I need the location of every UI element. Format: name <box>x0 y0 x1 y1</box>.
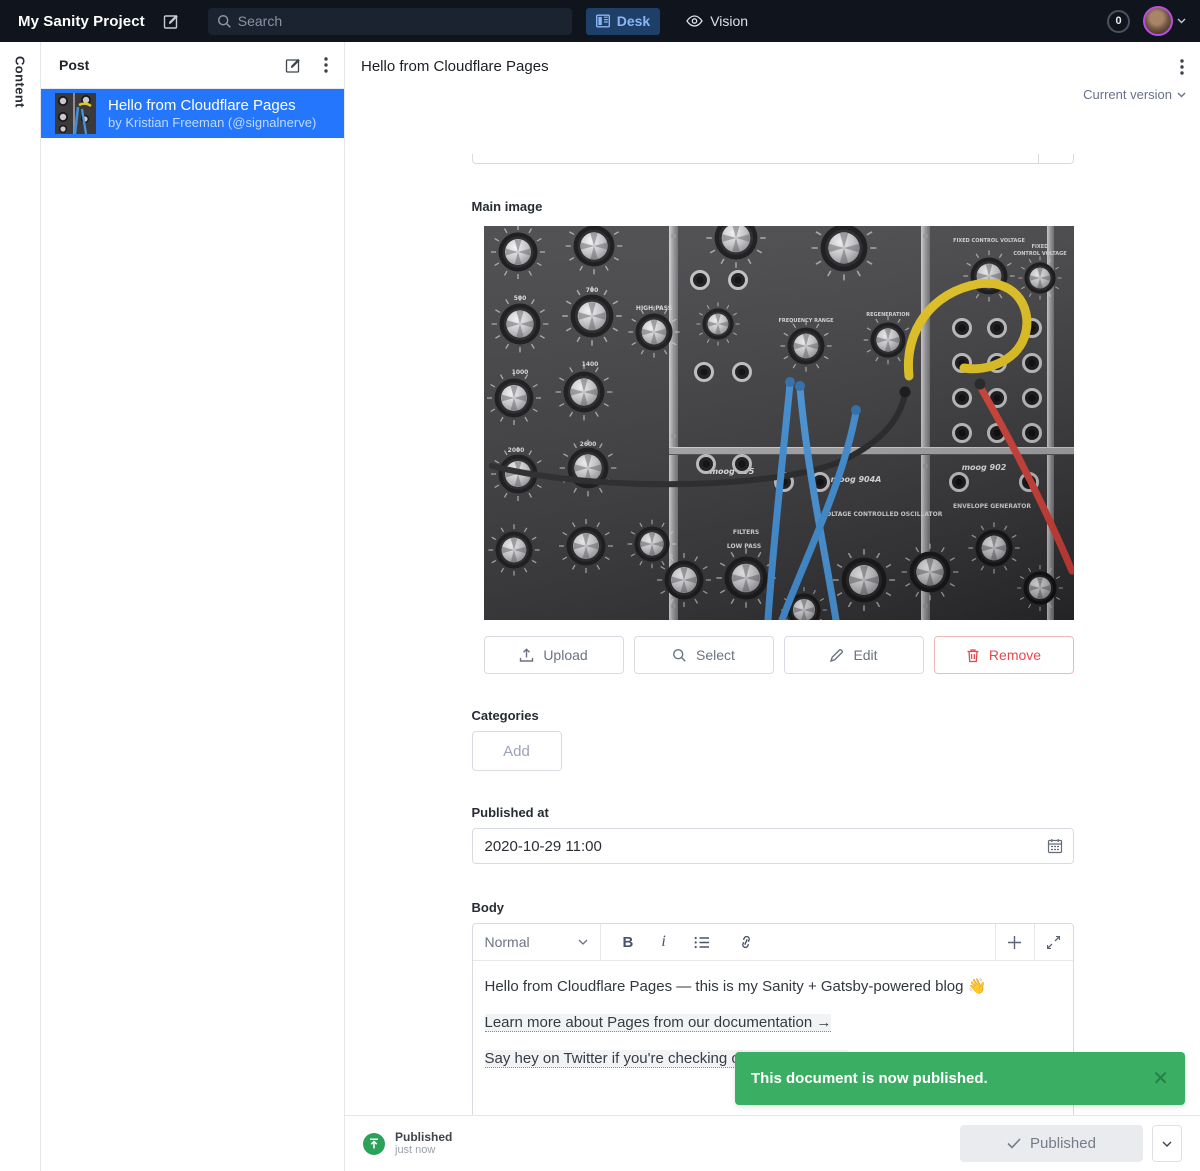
select-button[interactable]: Select <box>634 636 774 674</box>
slug-field-partial[interactable] <box>472 154 1074 164</box>
tab-desk[interactable]: Desk <box>586 8 660 35</box>
upload-icon <box>519 648 534 663</box>
post-panel-header: Post <box>41 42 344 89</box>
top-bar: My Sanity Project Desk Vision 0 <box>0 0 1200 42</box>
link-button[interactable] <box>738 935 754 949</box>
link-icon <box>738 935 754 949</box>
version-selector[interactable]: Current version <box>345 75 1200 102</box>
remove-button[interactable]: Remove <box>934 636 1074 674</box>
tab-vision[interactable]: Vision <box>676 8 758 35</box>
document-scroll-area[interactable]: Main image <box>345 154 1200 1115</box>
plus-icon <box>1007 935 1022 950</box>
eye-icon <box>686 15 703 27</box>
workspace: Content Post <box>0 42 1200 1171</box>
check-icon <box>1007 1138 1021 1149</box>
search-input[interactable] <box>208 8 572 35</box>
chevron-down-icon <box>1177 18 1186 24</box>
chevron-down-icon <box>1177 92 1186 98</box>
trash-icon <box>966 648 980 663</box>
text-style-select[interactable]: Normal <box>473 924 601 960</box>
chevron-down-icon <box>1162 1141 1172 1147</box>
expand-editor-button[interactable] <box>1034 924 1073 960</box>
publish-status-time: just now <box>395 1144 452 1157</box>
project-title: My Sanity Project <box>18 13 145 30</box>
pencil-icon <box>829 648 844 663</box>
main-image-label: Main image <box>472 199 1074 214</box>
chevron-down-icon <box>578 939 588 945</box>
body-toolbar: Normal B i <box>473 924 1073 961</box>
new-document-icon[interactable] <box>163 13 180 30</box>
expand-icon <box>1047 936 1060 949</box>
calendar-icon[interactable] <box>1047 838 1063 854</box>
toast-notification: This document is now published. ✕ <box>735 1052 1185 1105</box>
publish-menu-button[interactable] <box>1152 1125 1182 1162</box>
add-category-button[interactable]: Add <box>472 731 562 771</box>
toast-close-icon[interactable]: ✕ <box>1152 1069 1169 1089</box>
body-label: Body <box>472 900 1074 915</box>
upload-button[interactable]: Upload <box>484 636 624 674</box>
create-post-icon[interactable] <box>285 57 302 74</box>
search-icon <box>672 648 687 663</box>
document-title: Hello from Cloudflare Pages <box>361 58 1180 75</box>
publish-button[interactable]: Published <box>960 1125 1143 1162</box>
categories-label: Categories <box>472 708 1074 723</box>
panel-title: Post <box>59 57 265 73</box>
bold-button[interactable]: B <box>623 934 634 951</box>
post-list-panel: Post <box>41 42 345 1171</box>
post-item-subtitle: by Kristian Freeman (@signalnerve) <box>108 115 316 131</box>
body-link-documentation[interactable]: Learn more about Pages from our document… <box>485 1014 832 1032</box>
desk-icon <box>596 14 610 28</box>
post-list-item[interactable]: Hello from Cloudflare Pages by Kristian … <box>41 89 344 138</box>
publish-status-icon <box>363 1133 385 1155</box>
insert-block-button[interactable] <box>995 924 1034 960</box>
document-header: Hello from Cloudflare Pages <box>345 42 1200 75</box>
document-footer: Published just now Published <box>345 1115 1200 1171</box>
toast-message: This document is now published. <box>751 1070 1152 1087</box>
published-at-input[interactable] <box>472 828 1074 864</box>
content-rail[interactable]: Content <box>0 42 41 1171</box>
publish-status-title: Published <box>395 1130 452 1144</box>
content-rail-label: Content <box>13 56 28 1171</box>
hints-badge[interactable]: 0 <box>1107 10 1130 33</box>
avatar[interactable] <box>1143 6 1173 36</box>
document-editor: Hello from Cloudflare Pages Current vers… <box>345 42 1200 1171</box>
edit-button[interactable]: Edit <box>784 636 924 674</box>
document-menu-icon[interactable] <box>1180 59 1184 75</box>
post-item-title: Hello from Cloudflare Pages <box>108 96 316 115</box>
published-at-label: Published at <box>472 805 1074 820</box>
panel-menu-icon[interactable] <box>324 57 328 73</box>
slug-generate-segment[interactable] <box>1038 154 1073 163</box>
bullet-list-icon <box>694 936 710 949</box>
body-paragraph: Hello from Cloudflare Pages — this is my… <box>485 976 1061 997</box>
main-image-preview[interactable]: 500700 HIGH PASS1000 140020002600 <box>484 226 1074 620</box>
bullet-list-button[interactable] <box>694 936 710 949</box>
italic-button[interactable]: i <box>661 933 665 951</box>
post-thumbnail <box>55 93 96 134</box>
search-icon <box>217 14 232 29</box>
